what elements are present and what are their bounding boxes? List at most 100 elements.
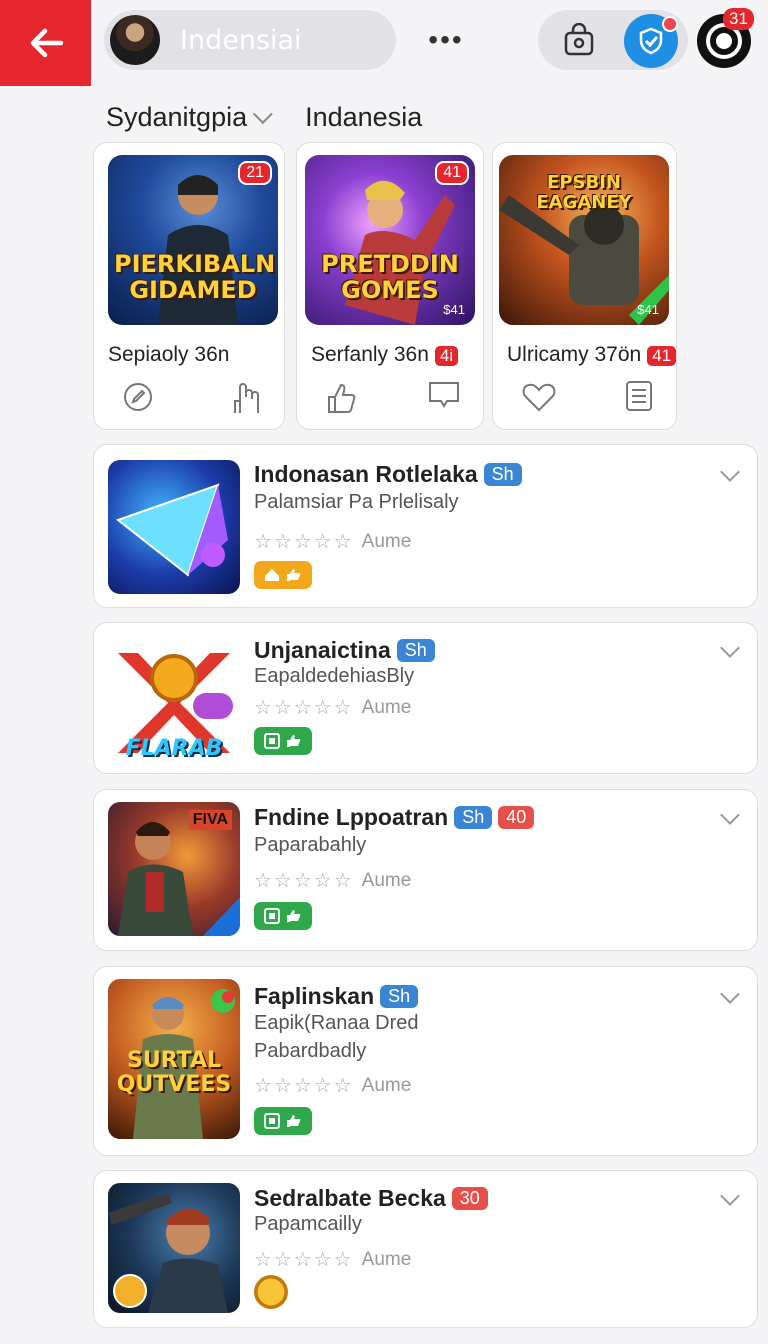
game-thumbnail[interactable]: 41 PRETDDIN GOMES $41 xyxy=(305,155,475,325)
list-item[interactable]: Indonasan Rotlelaka Sh Palamsiar Pa Prlel… xyxy=(93,444,758,608)
star-rating-icon: ☆☆☆☆☆ xyxy=(254,870,354,892)
square-icon xyxy=(264,908,280,924)
rating-text: Aume xyxy=(361,1074,412,1096)
thumbs-up-icon xyxy=(287,1115,301,1127)
bookmark-icon[interactable] xyxy=(427,379,461,409)
notification-count: 31 xyxy=(723,8,754,30)
tag-badge: 40 xyxy=(498,806,535,829)
thumbs-up-icon[interactable] xyxy=(325,381,359,415)
price-label: $41 xyxy=(637,302,659,317)
list-item[interactable]: Sedralbate Becka 30 Papamcailly ☆☆☆☆☆ Aume xyxy=(93,1170,758,1328)
chevron-down-icon[interactable] xyxy=(720,1186,740,1206)
edit-circle-icon[interactable] xyxy=(122,381,154,413)
app-subtitle: Paparabahly xyxy=(254,834,367,856)
thumbnail-title: PRETDDIN GOMES xyxy=(321,250,459,304)
rating: ☆☆☆☆☆ Aume xyxy=(254,529,411,554)
list-item[interactable]: SURTAL QUTVEES Faplinskan Sh Eapik(Ranaa … xyxy=(93,966,758,1156)
thumbnail-title: PIERKIBALN GIDAMED xyxy=(114,250,276,304)
game-thumbnail[interactable]: 21 PIERKIBALN GIDAMED xyxy=(108,155,278,325)
game-name-text: Serfanly 36n xyxy=(311,343,429,366)
back-button[interactable] xyxy=(0,0,91,86)
search-bar[interactable]: Indensiai xyxy=(104,10,396,70)
featured-card[interactable]: 41 PRETDDIN GOMES $41 Serfanly 36n 4i xyxy=(296,142,484,430)
action-chip[interactable] xyxy=(254,561,312,589)
profile-ring-icon[interactable]: 31 xyxy=(697,8,754,68)
action-chip[interactable] xyxy=(254,1107,312,1135)
app-icon[interactable]: FLARAB xyxy=(108,633,240,767)
gem-art-image xyxy=(115,483,228,577)
thumbnail-title: FIVA xyxy=(188,810,232,830)
game-thumbnail[interactable]: EPSBIN EAGANEY $41 xyxy=(499,155,669,325)
thumbnail-title: SURTAL QUTVEES xyxy=(116,1048,232,1097)
rating-text: Aume xyxy=(361,530,412,552)
list-item[interactable]: FIVA Fndine Lppoatran Sh 40 Paparabahly ☆☆… xyxy=(93,789,758,951)
app-subtitle: EapaldedehiasBly xyxy=(254,665,415,687)
region-label[interactable]: Indanesia xyxy=(305,102,422,133)
app-icon[interactable] xyxy=(108,460,240,594)
action-chip[interactable] xyxy=(254,727,312,755)
badge: 21 xyxy=(238,161,272,185)
rating-badge: 4i xyxy=(434,346,459,366)
price-label: $41 xyxy=(443,302,465,317)
star-rating-icon: ☆☆☆☆☆ xyxy=(254,697,354,719)
app-title[interactable]: Fndine Lppoatran Sh 40 xyxy=(254,804,535,831)
app-subtitle: Papamcailly xyxy=(254,1213,362,1235)
star-rating-icon: ☆☆☆☆☆ xyxy=(254,531,354,553)
hand-icon[interactable] xyxy=(230,379,262,415)
shopping-bag-icon[interactable] xyxy=(562,23,596,57)
list-icon[interactable] xyxy=(624,379,654,413)
section-header: Sydanitgpia Indanesia xyxy=(106,100,746,134)
app-title-text: Indonasan Rotlelaka xyxy=(254,461,478,487)
chevron-down-icon[interactable] xyxy=(720,984,740,1004)
square-icon xyxy=(264,1113,280,1129)
action-pill xyxy=(538,10,688,70)
avatar[interactable] xyxy=(110,15,160,65)
chevron-down-icon[interactable] xyxy=(720,462,740,482)
featured-card[interactable]: 21 PIERKIBALN GIDAMED Sepiaoly 36n xyxy=(93,142,285,430)
game-name-text: Ulricamy 37ön xyxy=(507,343,642,366)
app-title-text: Sedralbate Becka xyxy=(254,1185,446,1211)
app-subtitle: Palamsiar Pa Prlelisaly xyxy=(254,491,459,513)
coin-icon[interactable] xyxy=(254,1275,288,1309)
featured-card[interactable]: EPSBIN EAGANEY $41 Ulricamy 37ön 41 xyxy=(492,142,677,430)
game-art-image xyxy=(108,1193,228,1313)
chevron-down-icon[interactable] xyxy=(253,104,273,125)
star-rating-icon: ☆☆☆☆☆ xyxy=(254,1075,354,1097)
category-dropdown[interactable]: Sydanitgpia xyxy=(106,102,247,133)
ring-inner xyxy=(710,27,738,55)
app-icon[interactable]: SURTAL QUTVEES xyxy=(108,979,240,1139)
list-item[interactable]: FLARAB Unjanaictina Sh EapaldedehiasBly ☆… xyxy=(93,622,758,774)
rating: ☆☆☆☆☆ Aume xyxy=(254,1073,411,1098)
thumbs-up-icon xyxy=(287,735,301,747)
game-name-text: Sepiaoly 36n xyxy=(108,343,230,366)
game-name: Ulricamy 37ön 41 xyxy=(507,343,677,367)
rating-text: Aume xyxy=(361,869,412,891)
tag-badge: 30 xyxy=(451,1187,488,1210)
more-menu-button[interactable]: ••• xyxy=(418,22,474,58)
rating: ☆☆☆☆☆ Aume xyxy=(254,868,411,893)
search-text[interactable]: Indensiai xyxy=(180,25,302,56)
thumbnail-title: FLARAB xyxy=(125,736,223,761)
square-icon xyxy=(264,733,280,749)
app-title-text: Faplinskan xyxy=(254,983,375,1009)
tag-badge: Sh xyxy=(396,639,435,662)
app-icon[interactable] xyxy=(108,1183,240,1313)
heart-icon[interactable] xyxy=(521,381,557,413)
thumbs-up-icon xyxy=(287,910,301,922)
game-name: Sepiaoly 36n xyxy=(108,343,229,367)
notification-dot xyxy=(662,16,678,32)
chevron-down-icon[interactable] xyxy=(720,805,740,825)
app-title[interactable]: Sedralbate Becka 30 xyxy=(254,1185,488,1212)
action-chip[interactable] xyxy=(254,902,312,930)
tag-badge: Sh xyxy=(454,806,493,829)
star-rating-icon: ☆☆☆☆☆ xyxy=(254,1249,354,1271)
app-icon[interactable]: FIVA xyxy=(108,802,240,936)
app-title-text: Fndine Lppoatran xyxy=(254,804,449,830)
rating: ☆☆☆☆☆ Aume xyxy=(254,1247,411,1272)
app-subtitle: Eapik(Ranaa Dred xyxy=(254,1012,419,1034)
app-title[interactable]: Indonasan Rotlelaka Sh xyxy=(254,461,522,488)
chevron-down-icon[interactable] xyxy=(720,638,740,658)
game-name: Serfanly 36n 4i xyxy=(311,343,459,367)
app-title[interactable]: Faplinskan Sh xyxy=(254,983,419,1010)
app-title[interactable]: Unjanaictina Sh xyxy=(254,637,435,664)
